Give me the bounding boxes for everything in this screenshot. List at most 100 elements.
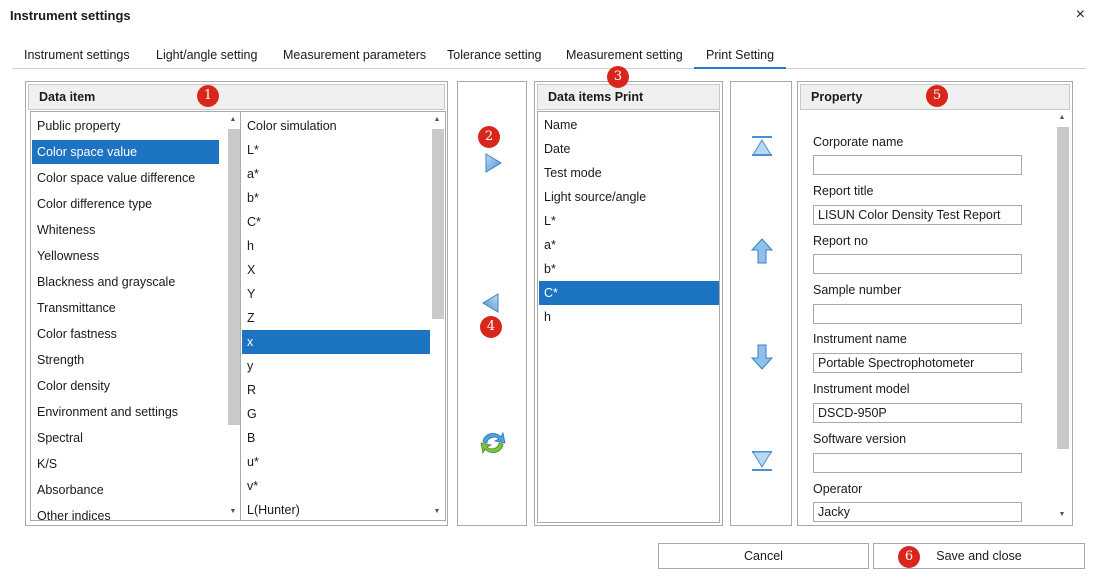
value-list[interactable]: Color simulation L* a* b* C* h X Y Z x y… <box>240 111 446 521</box>
category-scrollbar[interactable]: ▲ ▼ <box>226 113 240 519</box>
list-item[interactable]: Y <box>242 282 430 306</box>
list-item[interactable]: C* <box>242 210 430 234</box>
field-label: Instrument model <box>813 382 910 396</box>
scroll-down-icon[interactable]: ▼ <box>226 505 240 519</box>
close-icon[interactable]: × <box>1076 5 1085 25</box>
list-item[interactable]: Environment and settings <box>32 400 219 424</box>
field-label: Operator <box>813 482 863 496</box>
list-item-selected[interactable]: x <box>242 330 430 354</box>
list-item[interactable]: Color fastness <box>32 322 219 346</box>
list-item[interactable]: G <box>242 402 430 426</box>
field-label: Sample number <box>813 283 902 297</box>
list-item[interactable]: Color simulation <box>242 114 430 138</box>
list-item[interactable]: K/S <box>32 452 219 476</box>
annotation-badge-5: 5 <box>926 85 948 107</box>
scroll-down-icon[interactable]: ▼ <box>1055 508 1069 522</box>
list-item[interactable]: Transmittance <box>32 296 219 320</box>
annotation-badge-3: 3 <box>607 66 629 88</box>
list-item[interactable]: Absorbance <box>32 478 219 502</box>
scroll-up-icon[interactable]: ▲ <box>430 113 444 127</box>
arrow-left-icon[interactable] <box>480 292 502 314</box>
tab-measurement-setting[interactable]: Measurement setting <box>566 48 683 69</box>
move-to-bottom-icon[interactable] <box>751 450 773 472</box>
list-item[interactable]: y <box>242 354 430 378</box>
annotation-badge-1: 1 <box>197 85 219 107</box>
list-item[interactable]: X <box>242 258 430 282</box>
annotation-badge-6: 6 <box>898 546 920 568</box>
corporate-name-input[interactable] <box>813 155 1022 175</box>
tab-measurement-parameters[interactable]: Measurement parameters <box>283 48 426 69</box>
property-panel: Property Corporate name Report title LIS… <box>797 81 1073 526</box>
list-item-selected[interactable]: C* <box>539 281 719 305</box>
list-item[interactable]: Light source/angle <box>539 185 719 209</box>
list-item[interactable]: a* <box>539 233 719 257</box>
list-item-selected[interactable]: Color space value <box>32 140 219 164</box>
list-item[interactable]: b* <box>539 257 719 281</box>
software-version-input[interactable] <box>813 453 1022 473</box>
cancel-button[interactable]: Cancel <box>658 543 869 569</box>
list-item[interactable]: h <box>242 234 430 258</box>
list-item[interactable]: Public property <box>32 114 219 138</box>
list-item[interactable]: h <box>539 305 719 329</box>
scrollbar-thumb[interactable] <box>1057 127 1069 449</box>
report-no-input[interactable] <box>813 254 1022 274</box>
list-item[interactable]: Other indices <box>32 504 219 520</box>
list-item[interactable]: a* <box>242 162 430 186</box>
data-item-header: Data item <box>28 84 445 110</box>
list-item[interactable]: Date <box>539 137 719 161</box>
list-item[interactable]: Whiteness <box>32 218 219 242</box>
print-items-list[interactable]: Name Date Test mode Light source/angle L… <box>537 111 720 523</box>
property-scrollbar[interactable]: ▲ ▼ <box>1055 111 1069 522</box>
scroll-up-icon[interactable]: ▲ <box>226 113 240 127</box>
list-item[interactable]: Color density <box>32 374 219 398</box>
list-item[interactable]: L* <box>539 209 719 233</box>
sample-number-input[interactable] <box>813 304 1022 324</box>
scrollbar-thumb[interactable] <box>228 129 240 425</box>
instrument-name-input[interactable]: Portable Spectrophotometer <box>813 353 1022 373</box>
list-item[interactable]: Name <box>539 113 719 137</box>
list-item[interactable]: u* <box>242 450 430 474</box>
annotation-badge-4: 4 <box>480 316 502 338</box>
field-label: Instrument name <box>813 332 907 346</box>
field-label: Report no <box>813 234 868 248</box>
list-item[interactable]: Z <box>242 306 430 330</box>
list-item[interactable]: Strength <box>32 348 219 372</box>
data-item-panel: Data item Public property Color space va… <box>25 81 448 526</box>
list-item[interactable]: Blackness and grayscale <box>32 270 219 294</box>
move-up-icon[interactable] <box>750 238 774 264</box>
move-down-icon[interactable] <box>750 344 774 370</box>
tab-print-setting[interactable]: Print Setting <box>694 48 787 69</box>
tab-instrument-settings[interactable]: Instrument settings <box>24 48 130 69</box>
list-item[interactable]: Color space value difference <box>32 166 219 190</box>
list-item[interactable]: R <box>242 378 430 402</box>
field-label: Software version <box>813 432 907 446</box>
scroll-down-icon[interactable]: ▼ <box>430 505 444 519</box>
list-item[interactable]: Test mode <box>539 161 719 185</box>
list-item[interactable]: v* <box>242 474 430 498</box>
scroll-up-icon[interactable]: ▲ <box>1055 111 1069 125</box>
tab-bar: Instrument settings Light/angle setting … <box>12 44 1086 69</box>
field-label: Report title <box>813 184 874 198</box>
operator-input[interactable]: Jacky <box>813 502 1022 522</box>
refresh-icon[interactable] <box>478 428 508 458</box>
scrollbar-thumb[interactable] <box>432 129 444 319</box>
order-panel <box>730 81 792 526</box>
list-item[interactable]: Color difference type <box>32 192 219 216</box>
annotation-badge-2: 2 <box>478 126 500 148</box>
window-title: Instrument settings <box>10 8 131 23</box>
list-item[interactable]: Spectral <box>32 426 219 450</box>
list-item[interactable]: L(Hunter) <box>242 498 430 520</box>
arrow-right-icon[interactable] <box>482 152 504 174</box>
value-scrollbar[interactable]: ▲ ▼ <box>430 113 444 519</box>
list-item[interactable]: B <box>242 426 430 450</box>
list-item[interactable]: b* <box>242 186 430 210</box>
move-to-top-icon[interactable] <box>751 135 773 157</box>
report-title-input[interactable]: LISUN Color Density Test Report <box>813 205 1022 225</box>
list-item[interactable]: L* <box>242 138 430 162</box>
tab-light-angle-setting[interactable]: Light/angle setting <box>156 48 257 69</box>
instrument-model-input[interactable]: DSCD-950P <box>813 403 1022 423</box>
print-items-header: Data items Print <box>537 84 720 110</box>
category-list[interactable]: Public property Color space value Color … <box>30 111 242 521</box>
list-item[interactable]: Yellowness <box>32 244 219 268</box>
tab-tolerance-setting[interactable]: Tolerance setting <box>447 48 542 69</box>
